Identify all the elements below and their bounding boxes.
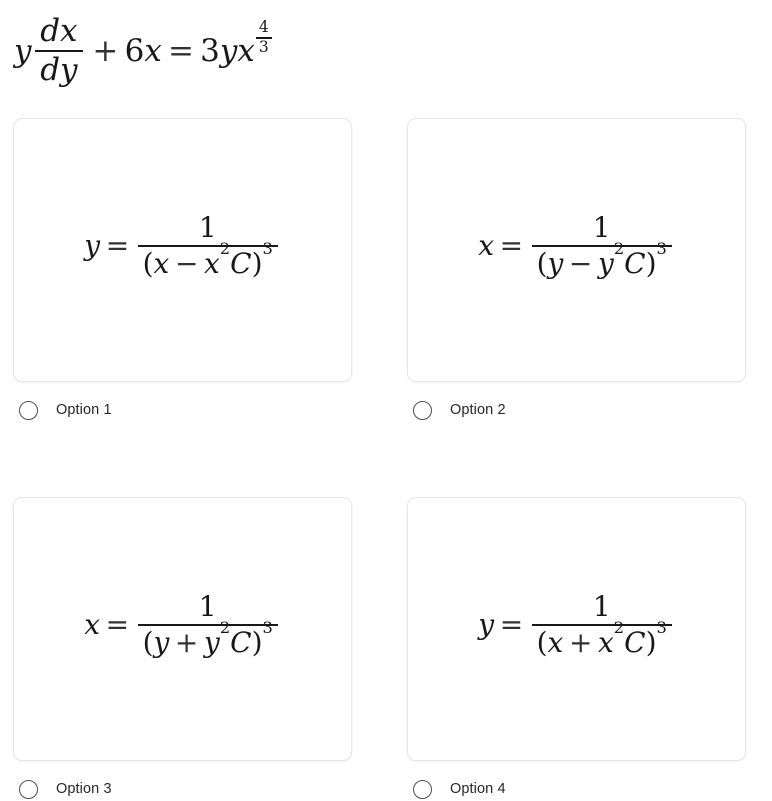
option-1-power: 3: [262, 239, 273, 259]
option-1: y = 1 (x − x2C)3 Option 1: [13, 118, 352, 422]
derivative-numerator: dx: [40, 12, 78, 49]
option-2-var2-exponent: 2: [613, 239, 625, 259]
question-math: y dx dy + 6 x = 3 y x 4 3: [14, 12, 273, 89]
option-1-label: Option 1: [56, 402, 112, 418]
option-1-card[interactable]: y = 1 (x − x2C)3: [13, 118, 352, 382]
question-equals-operator: =: [167, 32, 194, 69]
option-4-close-paren: ): [645, 625, 657, 659]
option-1-operator: −: [174, 246, 199, 280]
option-1-denominator: (x − x2C)3: [138, 240, 278, 280]
derivative-denominator: dy: [40, 52, 78, 89]
option-4-operator: +: [568, 625, 593, 659]
option-2-constant: C: [624, 246, 646, 280]
option-4: y = 1 (x + x2C)3 Option 4: [407, 497, 746, 801]
option-3-radio-button[interactable]: [19, 779, 38, 799]
option-4-power: 3: [656, 618, 667, 638]
option-4-denominator: (x + x2C)3: [532, 619, 672, 659]
option-4-lhs: y: [478, 608, 495, 641]
option-1-constant: C: [230, 246, 252, 280]
option-4-open-paren: (: [536, 625, 548, 659]
option-4-equals: =: [499, 608, 524, 641]
option-1-fraction: 1 (x − x2C)3: [137, 211, 278, 280]
option-1-radio-button[interactable]: [19, 400, 38, 420]
option-4-var2-exponent: 2: [613, 618, 625, 638]
option-1-numerator: 1: [198, 211, 217, 245]
option-2-card[interactable]: x = 1 (y − y2C)3: [407, 118, 746, 382]
option-4-fraction: 1 (x + x2C)3: [531, 590, 672, 659]
option-1-var1: x: [153, 246, 170, 280]
option-1-var2: x: [204, 246, 220, 280]
option-3-label: Option 3: [56, 781, 112, 797]
option-2-lhs: x: [478, 229, 495, 262]
option-3-fraction: 1 (y + y2C)3: [137, 590, 278, 659]
option-3-numerator: 1: [198, 590, 217, 624]
option-2-open-paren: (: [536, 246, 548, 280]
option-2-numerator: 1: [592, 211, 611, 245]
option-3: x = 1 (y + y2C)3 Option 3: [13, 497, 352, 801]
question-derivative-fraction: dx dy: [34, 12, 84, 89]
option-1-close-paren: ): [251, 246, 263, 280]
option-2-power: 3: [656, 239, 667, 259]
option-1-card-inner: y = 1 (x − x2C)3: [14, 214, 351, 278]
question-plus-operator: +: [92, 32, 119, 69]
option-2-radio-row[interactable]: Option 2: [407, 398, 746, 422]
question-rhs-coefficient: 3: [200, 32, 220, 69]
option-2: x = 1 (y − y2C)3 Option 2: [407, 118, 746, 422]
option-3-math: x = 1 (y + y2C)3: [84, 593, 280, 657]
option-3-var2: y: [203, 625, 220, 659]
option-3-card[interactable]: x = 1 (y + y2C)3: [13, 497, 352, 761]
option-4-constant: C: [624, 625, 646, 659]
option-4-card[interactable]: y = 1 (x + x2C)3: [407, 497, 746, 761]
option-2-operator: −: [568, 246, 593, 280]
option-3-lhs: x: [84, 608, 101, 641]
option-4-var1: x: [547, 625, 564, 659]
question-rhs-var2: x: [237, 32, 255, 69]
option-3-operator: +: [174, 625, 199, 659]
option-3-constant: C: [230, 625, 252, 659]
option-1-math: y = 1 (x − x2C)3: [84, 214, 280, 278]
question-rhs-var1: y: [219, 32, 238, 69]
option-3-card-inner: x = 1 (y + y2C)3: [14, 593, 351, 657]
option-2-card-inner: x = 1 (y − y2C)3: [408, 214, 745, 278]
option-1-equals: =: [105, 229, 130, 262]
option-4-math: y = 1 (x + x2C)3: [478, 593, 674, 657]
option-2-math: x = 1 (y − y2C)3: [478, 214, 674, 278]
question-equation: y dx dy + 6 x = 3 y x 4 3: [14, 12, 754, 90]
option-3-var2-exponent: 2: [219, 618, 231, 638]
options-row-2: x = 1 (y + y2C)3 Option 3 y = 1 (x + x2C…: [13, 497, 746, 801]
option-4-card-inner: y = 1 (x + x2C)3: [408, 593, 745, 657]
option-1-open-paren: (: [142, 246, 154, 280]
option-4-numerator: 1: [592, 590, 611, 624]
option-3-var1: y: [153, 625, 170, 659]
option-1-var2-exponent: 2: [219, 239, 231, 259]
option-1-lhs: y: [84, 229, 101, 262]
option-2-equals: =: [499, 229, 524, 262]
question-term-var: x: [144, 32, 162, 69]
exponent-numerator: 4: [258, 17, 269, 36]
option-1-radio-row[interactable]: Option 1: [13, 398, 352, 422]
option-3-power: 3: [262, 618, 273, 638]
option-2-denominator: (y − y2C)3: [532, 240, 672, 280]
option-4-radio-button[interactable]: [413, 779, 432, 799]
option-3-close-paren: ): [251, 625, 263, 659]
option-2-fraction: 1 (y − y2C)3: [531, 211, 672, 280]
question-lhs-var: y: [14, 32, 32, 69]
option-2-var1: y: [547, 246, 564, 280]
options-row-1: y = 1 (x − x2C)3 Option 1 x = 1 (y − y2C…: [13, 118, 746, 422]
option-4-var2: x: [598, 625, 614, 659]
option-2-close-paren: ): [645, 246, 657, 280]
option-2-radio-button[interactable]: [413, 400, 432, 420]
option-3-equals: =: [105, 608, 130, 641]
options-grid: y = 1 (x − x2C)3 Option 1 x = 1 (y − y2C…: [13, 118, 746, 801]
option-2-var2: y: [597, 246, 614, 280]
question-rhs-exponent-fraction: 4 3: [256, 17, 272, 57]
option-3-denominator: (y + y2C)3: [138, 619, 278, 659]
option-4-label: Option 4: [450, 781, 506, 797]
exponent-denominator: 3: [258, 38, 269, 57]
question-term-coefficient: 6: [124, 32, 145, 69]
option-2-label: Option 2: [450, 402, 506, 418]
option-3-open-paren: (: [142, 625, 154, 659]
